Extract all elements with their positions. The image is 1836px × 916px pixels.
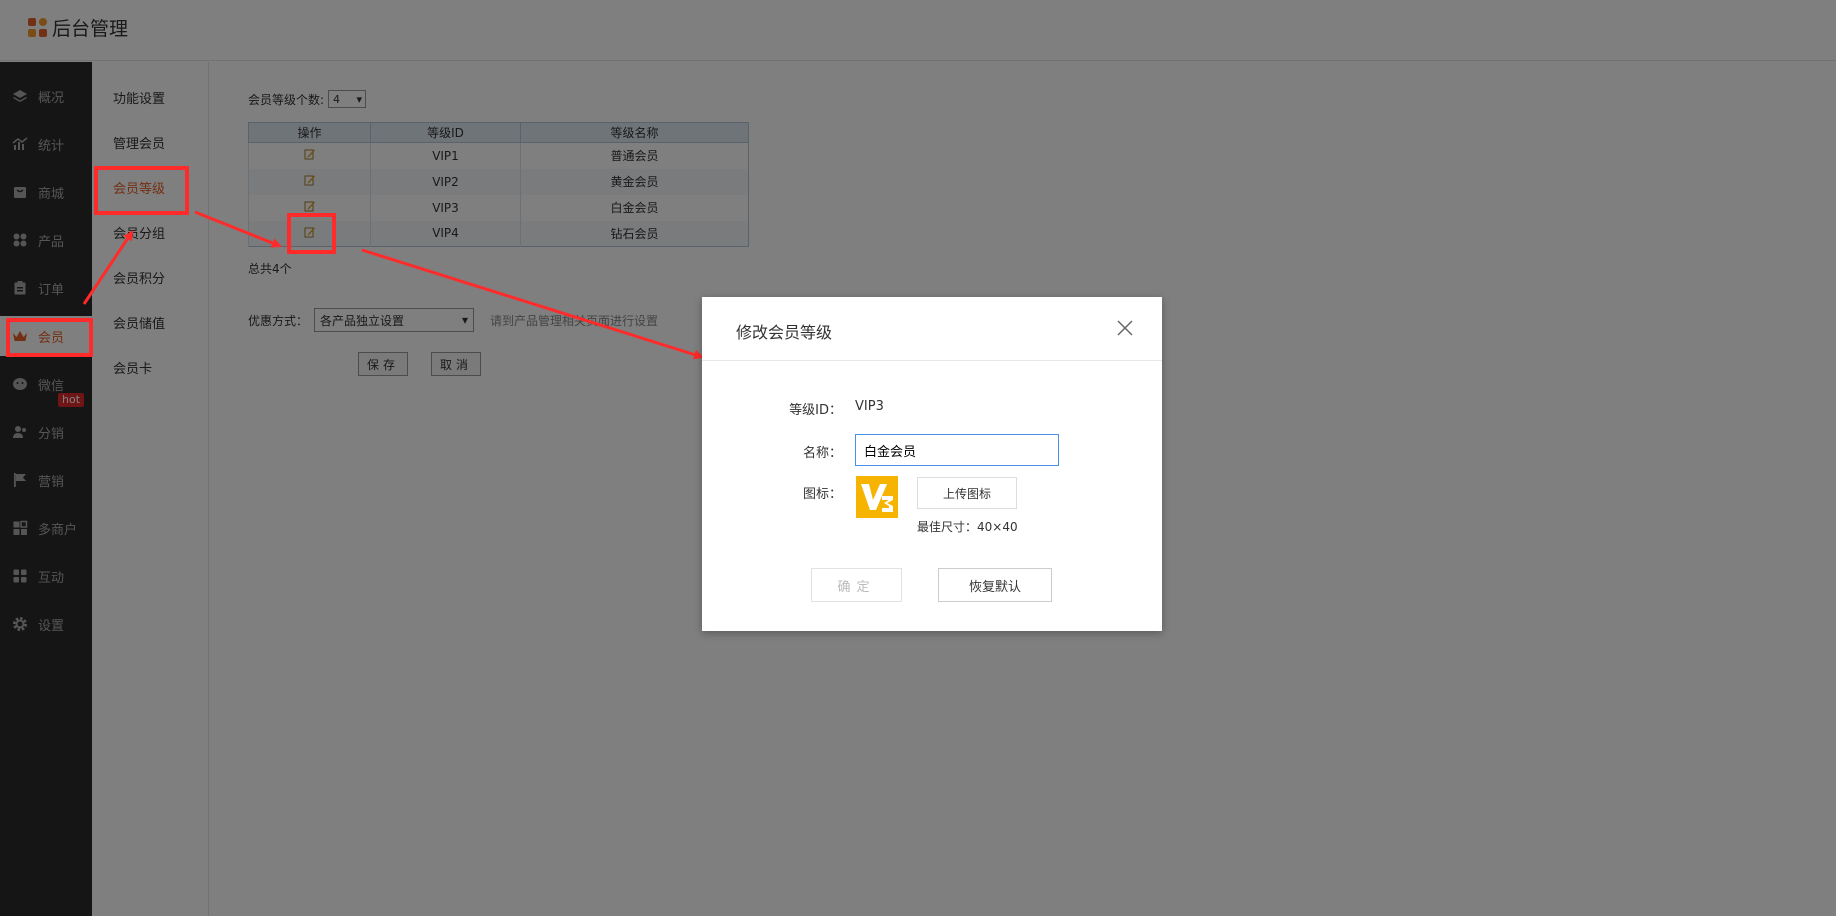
dialog-header: 修改会员等级 (702, 297, 1162, 361)
name-input[interactable] (855, 434, 1059, 466)
icon-label: 图标： (802, 487, 842, 502)
level-id-value: VIP3 (855, 399, 884, 414)
close-icon[interactable] (1116, 319, 1134, 337)
confirm-button[interactable]: 确定 (811, 568, 902, 602)
size-hint: 最佳尺寸：40×40 (917, 520, 1018, 534)
edit-level-dialog: 修改会员等级 等级ID： VIP3 名称： 图标： 上传图标 最佳尺寸：40×4… (702, 297, 1162, 631)
level-id-label: 等级ID： (789, 403, 842, 418)
name-label: 名称： (802, 446, 842, 461)
vip-level-icon (856, 476, 898, 518)
upload-icon-button[interactable]: 上传图标 (917, 477, 1017, 509)
dialog-title: 修改会员等级 (736, 323, 833, 342)
reset-default-button[interactable]: 恢复默认 (938, 568, 1052, 602)
